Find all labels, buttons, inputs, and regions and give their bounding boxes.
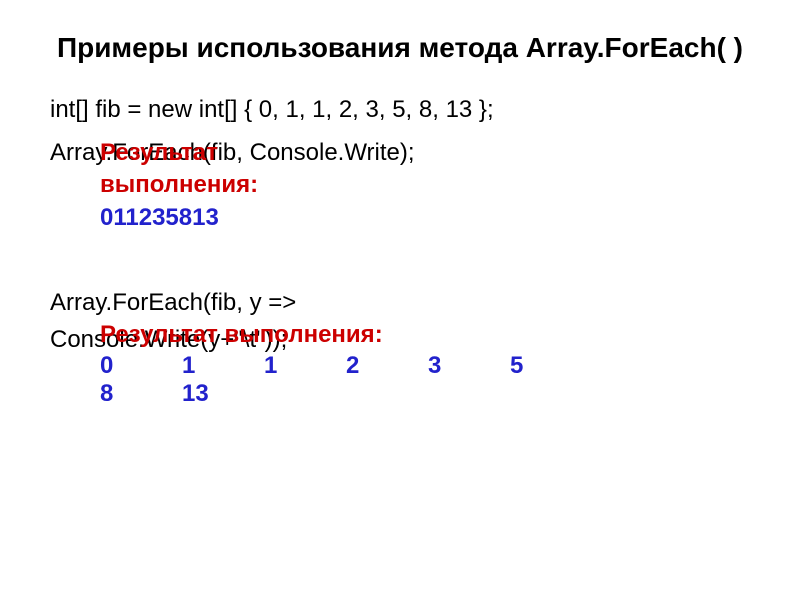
result-label-1-line2: выполнения:	[100, 169, 258, 201]
result-label-1-line1: Результат	[100, 137, 258, 169]
result-label-2: Результат выполнения:	[100, 319, 530, 351]
output-val: 8	[100, 380, 120, 408]
output-2-row2: 8 13	[100, 380, 530, 408]
output-val: 2	[346, 352, 366, 380]
slide-container: Примеры использования метода Array.ForEa…	[0, 0, 800, 404]
output-2-row1: 0 1 1 2 3 5	[100, 352, 530, 380]
output-val: 0	[100, 352, 120, 380]
code-declaration: int[] fib = new int[] { 0, 1, 1, 2, 3, 5…	[50, 94, 750, 126]
example-1: Array.ForEach(fib, Console.Write); Резул…	[50, 137, 750, 269]
result-label-2-wrap: Результат выполнения: 0 1 1 2 3 5 8 13	[100, 319, 530, 407]
output-val: 1	[182, 352, 202, 380]
output-1: 011235813	[100, 202, 258, 234]
example-2: Array.ForEach(fib, y => Console.Write(y+…	[50, 287, 750, 356]
output-val: 13	[182, 380, 209, 408]
slide-title: Примеры использования метода Array.ForEa…	[50, 30, 750, 66]
result-label-1: Результат выполнения: 011235813	[100, 137, 258, 234]
output-val: 3	[428, 352, 448, 380]
output-val: 5	[510, 352, 530, 380]
code-foreach-2-line1: Array.ForEach(fib, y =>	[50, 287, 750, 319]
output-val: 1	[264, 352, 284, 380]
